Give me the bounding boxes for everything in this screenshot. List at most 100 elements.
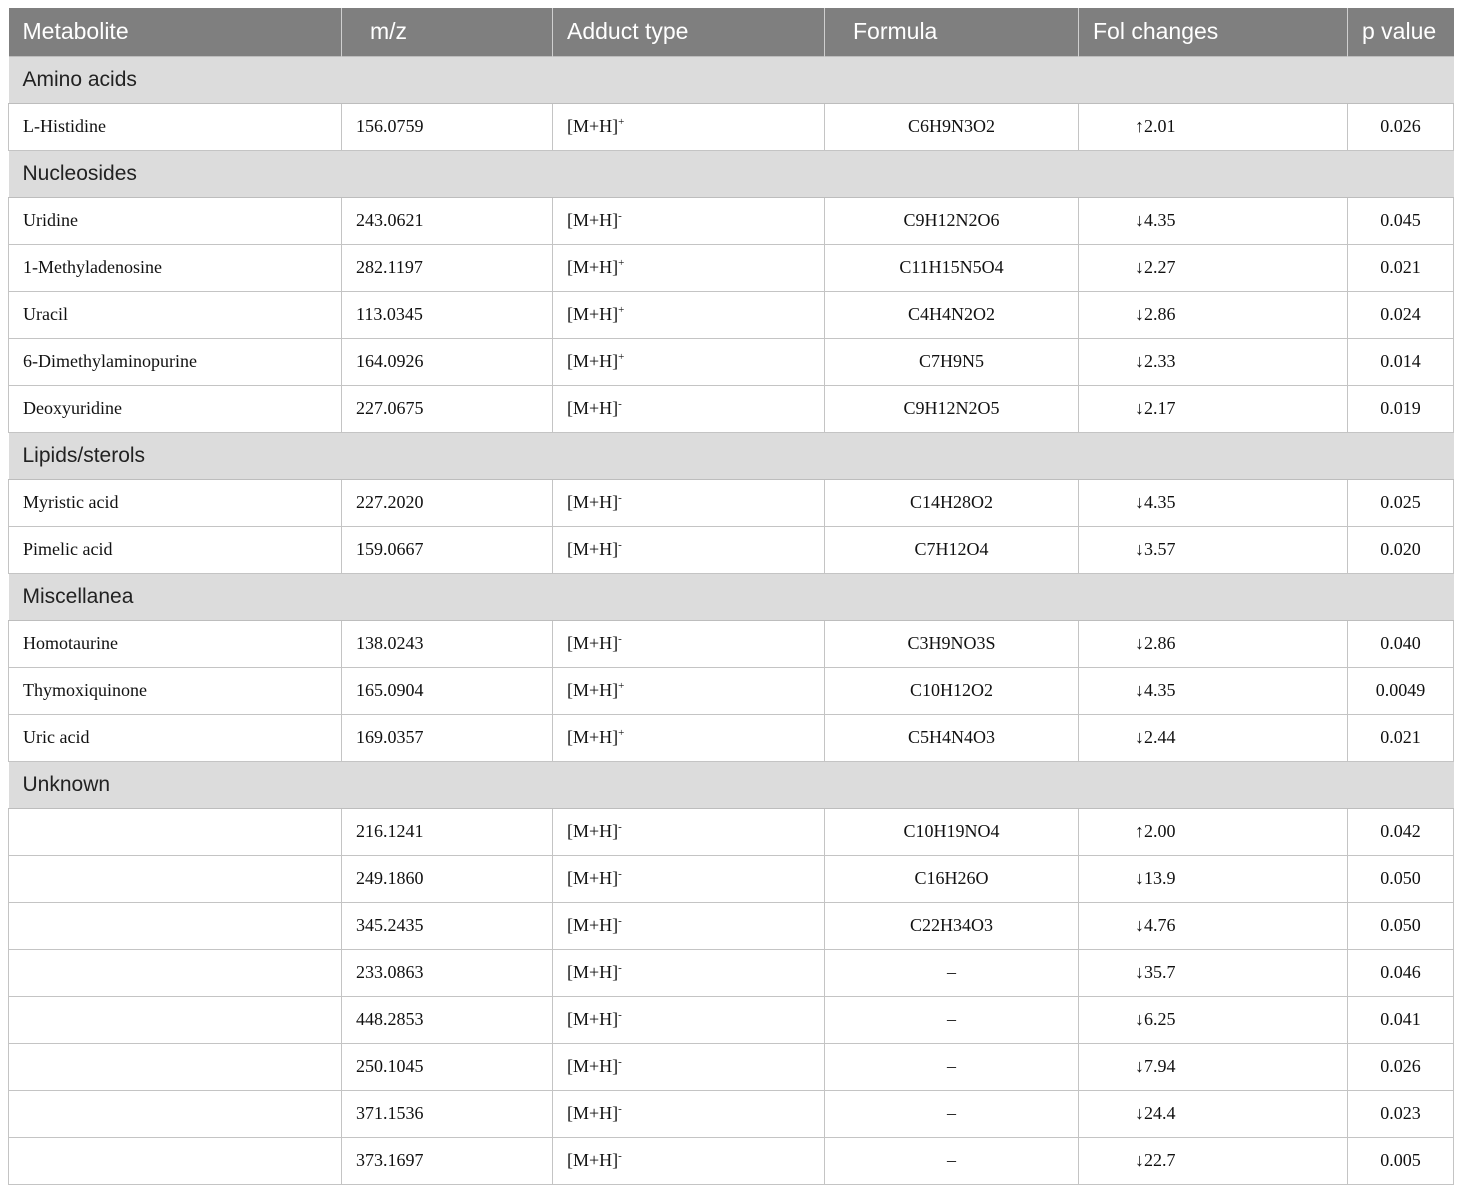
mz-cell: 345.2435 xyxy=(341,901,553,950)
metabolite-cell xyxy=(8,1136,342,1185)
fold-change-cell: ↓35.7 xyxy=(1078,948,1348,997)
mz-cell: 216.1241 xyxy=(341,807,553,856)
table-row: 250.1045 [M+H]- – ↓7.94 0.026 xyxy=(8,1042,1454,1091)
section-row: Unknown xyxy=(8,760,1454,809)
metabolite-cell xyxy=(8,1042,342,1091)
adduct-charge: - xyxy=(618,821,622,833)
metabolite-cell: Pimelic acid xyxy=(8,525,342,574)
section-label: Amino acids xyxy=(8,55,1454,104)
fold-change-cell: ↑2.00 xyxy=(1078,807,1348,856)
metabolite-cell xyxy=(8,807,342,856)
mz-cell: 165.0904 xyxy=(341,666,553,715)
table-row: Pimelic acid 159.0667 [M+H]- C7H12O4 ↓3.57 0.… xyxy=(8,525,1454,574)
metabolite-cell: L-Histidine xyxy=(8,102,342,151)
metabolite-cell: Myristic acid xyxy=(8,478,342,527)
header-metabolite: Metabolite xyxy=(8,8,342,56)
table-row: L-Histidine 156.0759 [M+H]+ C6H9N3O2 ↑2.01 0.… xyxy=(8,102,1454,151)
fold-change-cell: ↓4.35 xyxy=(1078,666,1348,715)
p-value-cell: 0.0049 xyxy=(1347,666,1454,715)
header-fold-changes: Fol changes xyxy=(1078,8,1348,56)
adduct-text: [M+H] xyxy=(567,539,619,559)
metabolite-cell: Uracil xyxy=(8,290,342,339)
section-row: Miscellanea xyxy=(8,572,1454,621)
adduct-cell: [M+H]+ xyxy=(552,337,825,386)
mz-cell: 113.0345 xyxy=(341,290,553,339)
formula-cell: C11H15N5O4 xyxy=(824,243,1079,292)
table-row: Myristic acid 227.2020 [M+H]- C14H28O2 ↓4.35… xyxy=(8,478,1454,527)
p-value-cell: 0.020 xyxy=(1347,525,1454,574)
formula-cell: C4H4N2O2 xyxy=(824,290,1079,339)
adduct-text: [M+H] xyxy=(567,210,619,230)
formula-cell: – xyxy=(824,1136,1079,1185)
header-formula: Formula xyxy=(824,8,1079,56)
metabolite-cell: Homotaurine xyxy=(8,619,342,668)
adduct-charge: + xyxy=(618,727,625,739)
fold-change-cell: ↓22.7 xyxy=(1078,1136,1348,1185)
metabolite-cell: 1-Methyladenosine xyxy=(8,243,342,292)
formula-cell: C10H19NO4 xyxy=(824,807,1079,856)
adduct-text: [M+H] xyxy=(567,633,619,653)
table-row: 373.1697 [M+H]- – ↓22.7 0.005 xyxy=(8,1136,1454,1185)
adduct-cell: [M+H]+ xyxy=(552,713,825,762)
adduct-cell: [M+H]+ xyxy=(552,243,825,292)
fold-change-cell: ↓2.86 xyxy=(1078,290,1348,339)
fold-change-cell: ↓4.35 xyxy=(1078,196,1348,245)
formula-cell: – xyxy=(824,1042,1079,1091)
adduct-cell: [M+H]- xyxy=(552,1042,825,1091)
adduct-charge: - xyxy=(618,539,622,551)
table-row: 6-Dimethylaminopurine 164.0926 [M+H]+ C7H9N… xyxy=(8,337,1454,386)
formula-cell: – xyxy=(824,995,1079,1044)
p-value-cell: 0.045 xyxy=(1347,196,1454,245)
p-value-cell: 0.019 xyxy=(1347,384,1454,433)
metabolite-cell xyxy=(8,854,342,903)
table-row: 371.1536 [M+H]- – ↓24.4 0.023 xyxy=(8,1089,1454,1138)
adduct-charge: + xyxy=(618,304,625,316)
section-row: Amino acids xyxy=(8,55,1454,104)
fold-change-cell: ↓2.44 xyxy=(1078,713,1348,762)
table-row: 1-Methyladenosine 282.1197 [M+H]+ C11H15N5O… xyxy=(8,243,1454,292)
formula-cell: C9H12N2O6 xyxy=(824,196,1079,245)
table-row: 448.2853 [M+H]- – ↓6.25 0.041 xyxy=(8,995,1454,1044)
table-row: 249.1860 [M+H]- C16H26O ↓13.9 0.050 xyxy=(8,854,1454,903)
adduct-charge: - xyxy=(618,1103,622,1115)
table-row: 345.2435 [M+H]- C22H34O3 ↓4.76 0.050 xyxy=(8,901,1454,950)
metabolite-cell: Thymoxiquinone xyxy=(8,666,342,715)
adduct-cell: [M+H]- xyxy=(552,196,825,245)
header-p-value: p value xyxy=(1347,8,1454,56)
formula-cell: C14H28O2 xyxy=(824,478,1079,527)
adduct-text: [M+H] xyxy=(567,962,619,982)
table-row: 216.1241 [M+H]- C10H19NO4 ↑2.00 0.042 xyxy=(8,807,1454,856)
adduct-text: [M+H] xyxy=(567,868,619,888)
metabolite-cell: Uric acid xyxy=(8,713,342,762)
formula-cell: C3H9NO3S xyxy=(824,619,1079,668)
adduct-charge: + xyxy=(618,680,625,692)
adduct-charge: - xyxy=(618,210,622,222)
mz-cell: 250.1045 xyxy=(341,1042,553,1091)
adduct-cell: [M+H]- xyxy=(552,525,825,574)
adduct-charge: - xyxy=(618,633,622,645)
adduct-cell: [M+H]- xyxy=(552,995,825,1044)
section-label: Nucleosides xyxy=(8,149,1454,198)
mz-cell: 448.2853 xyxy=(341,995,553,1044)
adduct-cell: [M+H]+ xyxy=(552,290,825,339)
adduct-text: [M+H] xyxy=(567,680,619,700)
adduct-cell: [M+H]- xyxy=(552,948,825,997)
p-value-cell: 0.046 xyxy=(1347,948,1454,997)
adduct-cell: [M+H]- xyxy=(552,1089,825,1138)
formula-cell: C7H9N5 xyxy=(824,337,1079,386)
mz-cell: 164.0926 xyxy=(341,337,553,386)
formula-cell: C9H12N2O5 xyxy=(824,384,1079,433)
table-row: Uracil 113.0345 [M+H]+ C4H4N2O2 ↓2.86 0.024 xyxy=(8,290,1454,339)
metabolite-cell: Deoxyuridine xyxy=(8,384,342,433)
fold-change-cell: ↓2.33 xyxy=(1078,337,1348,386)
fold-change-cell: ↓13.9 xyxy=(1078,854,1348,903)
mz-cell: 227.2020 xyxy=(341,478,553,527)
formula-cell: – xyxy=(824,948,1079,997)
metabolite-cell: 6-Dimethylaminopurine xyxy=(8,337,342,386)
mz-cell: 156.0759 xyxy=(341,102,553,151)
fold-change-cell: ↓2.17 xyxy=(1078,384,1348,433)
adduct-text: [M+H] xyxy=(567,257,619,277)
p-value-cell: 0.050 xyxy=(1347,901,1454,950)
fold-change-cell: ↓4.76 xyxy=(1078,901,1348,950)
p-value-cell: 0.026 xyxy=(1347,1042,1454,1091)
